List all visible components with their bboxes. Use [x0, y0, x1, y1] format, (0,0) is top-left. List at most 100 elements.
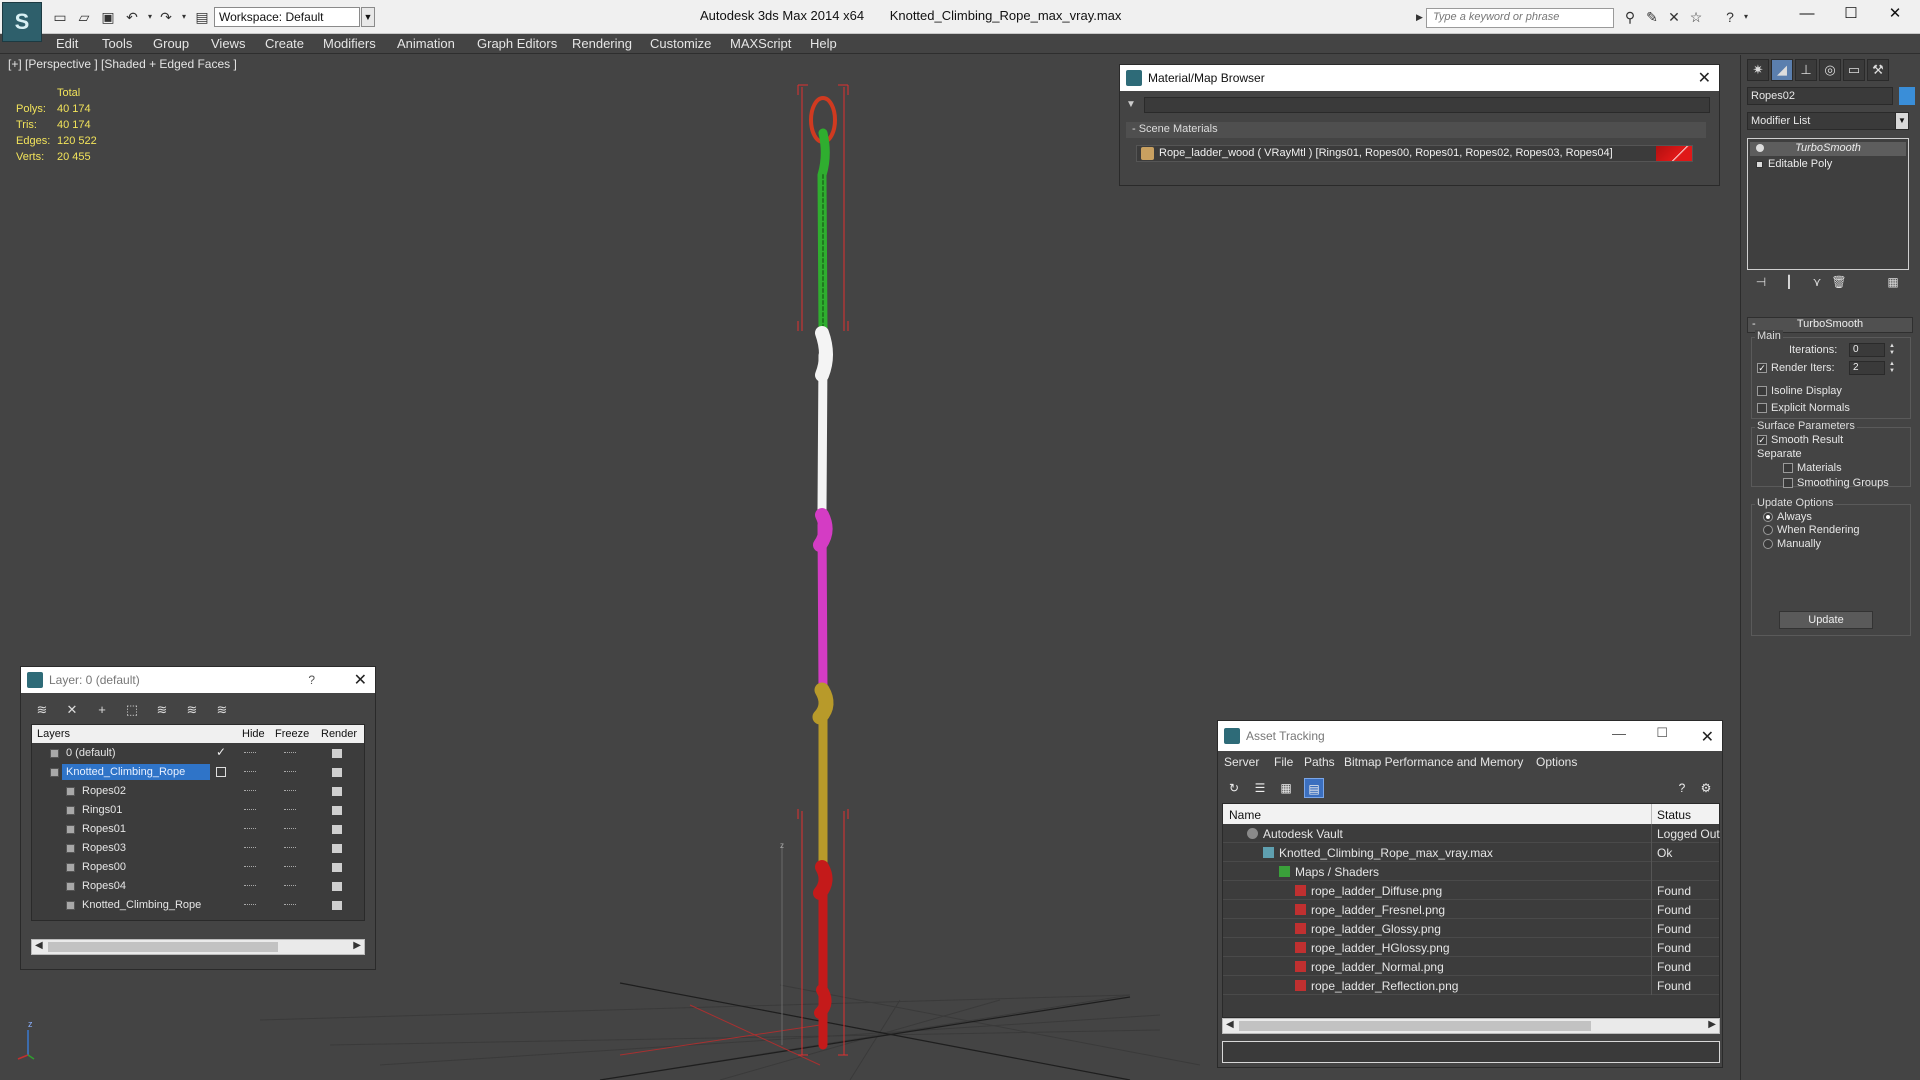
asset-path-field[interactable] — [1222, 1041, 1720, 1063]
modifier-list-dropdown[interactable]: Modifier List — [1747, 112, 1909, 130]
hide-toggle[interactable] — [244, 866, 256, 868]
minimize-button[interactable]: — — [1784, 0, 1830, 30]
configure-sets-icon[interactable]: ▦ — [1885, 275, 1901, 291]
menu-views[interactable]: Views — [211, 36, 245, 51]
help-icon[interactable]: ? — [308, 673, 315, 687]
scene-materials-group[interactable]: - Scene Materials — [1126, 122, 1706, 138]
app-menu-button[interactable]: S — [2, 2, 42, 42]
freeze-toggle[interactable] — [284, 904, 296, 906]
stack-item-editable-poly[interactable]: Editable Poly — [1750, 158, 1906, 172]
menu-tools[interactable]: Tools — [102, 36, 132, 51]
hide-toggle[interactable] — [244, 904, 256, 906]
help-icon[interactable]: ? — [1722, 9, 1738, 25]
new-layer-icon[interactable]: ≋ — [33, 701, 51, 719]
asset-row[interactable]: rope_ladder_Glossy.png Found — [1223, 919, 1719, 938]
render-toggle-icon[interactable] — [332, 749, 342, 758]
hide-all-icon[interactable]: ≋ — [183, 701, 201, 719]
search-expand-icon[interactable]: ▶ — [1416, 12, 1423, 23]
close-icon[interactable]: ✕ — [1701, 727, 1714, 747]
column-freeze[interactable]: Freeze — [275, 728, 309, 740]
asset-row[interactable]: rope_ladder_HGlossy.png Found — [1223, 938, 1719, 957]
hide-toggle[interactable] — [244, 809, 256, 811]
thumbnail-view-icon[interactable]: ▦ — [1276, 778, 1296, 798]
freeze-toggle[interactable] — [284, 828, 296, 830]
settings-icon[interactable]: ⚙ — [1696, 778, 1716, 798]
close-window-button[interactable]: ✕ — [1872, 0, 1918, 30]
menu-file[interactable]: File — [1274, 755, 1293, 769]
layer-row[interactable]: Ropes03 — [32, 839, 364, 858]
column-status[interactable]: Status — [1657, 808, 1691, 822]
undo-icon[interactable]: ↶ — [124, 9, 140, 25]
scroll-right-icon[interactable]: ▶ — [1708, 1019, 1716, 1030]
select-objects-icon[interactable]: ⬚ — [123, 701, 141, 719]
list-view-icon[interactable]: ☰ — [1250, 778, 1270, 798]
chevron-down-icon[interactable]: ▼ — [1895, 112, 1909, 130]
stack-item-turbosmooth[interactable]: TurboSmooth — [1750, 142, 1906, 156]
binoculars-icon[interactable]: ⚲ — [1622, 9, 1638, 25]
freeze-toggle[interactable] — [284, 866, 296, 868]
help-icon[interactable]: ? — [1672, 778, 1692, 798]
materials-checkbox[interactable] — [1783, 463, 1793, 473]
manually-radio[interactable] — [1763, 539, 1773, 549]
menu-customize[interactable]: Customize — [650, 36, 711, 51]
render-iters-checkbox[interactable]: ✓ — [1757, 363, 1767, 373]
save-file-icon[interactable]: ▣ — [100, 9, 116, 25]
layer-manager-titlebar[interactable]: Layer: 0 (default) ? ✕ — [21, 667, 375, 693]
freeze-toggle[interactable] — [284, 790, 296, 792]
hide-toggle[interactable] — [244, 790, 256, 792]
render-toggle-icon[interactable] — [332, 806, 342, 815]
menu-animation[interactable]: Animation — [397, 36, 455, 51]
freeze-toggle[interactable] — [284, 847, 296, 849]
asset-row[interactable]: rope_ladder_Reflection.png Found — [1223, 976, 1719, 995]
table-view-icon[interactable]: ▤ — [1304, 778, 1324, 798]
display-tab-icon[interactable]: ▭ — [1843, 59, 1865, 81]
render-toggle-icon[interactable] — [332, 825, 342, 834]
asset-row[interactable]: rope_ladder_Fresnel.png Found — [1223, 900, 1719, 919]
column-layers[interactable]: Layers — [37, 728, 70, 740]
show-end-result-icon[interactable]: ┃ — [1781, 275, 1797, 291]
subscription-icon[interactable]: ✎ — [1644, 9, 1660, 25]
layer-row[interactable]: Ropes00 — [32, 858, 364, 877]
scrollbar-thumb[interactable] — [48, 942, 278, 952]
menu-modifiers[interactable]: Modifiers — [323, 36, 376, 51]
explicit-normals-checkbox[interactable] — [1757, 403, 1767, 413]
menu-paths[interactable]: Paths — [1304, 755, 1335, 769]
render-toggle-icon[interactable] — [332, 844, 342, 853]
render-toggle-icon[interactable] — [332, 901, 342, 910]
smoothing-groups-checkbox[interactable] — [1783, 478, 1793, 488]
undo-dropdown-icon[interactable]: ▾ — [142, 9, 158, 25]
menu-rendering[interactable]: Rendering — [572, 36, 632, 51]
chevron-down-icon[interactable]: ▼ — [361, 7, 375, 27]
scrollbar-thumb[interactable] — [1239, 1021, 1591, 1031]
maximize-icon[interactable]: ☐ — [1656, 725, 1668, 741]
hide-toggle[interactable] — [244, 828, 256, 830]
layer-horizontal-scrollbar[interactable]: ◀ ▶ — [31, 939, 365, 955]
menu-graph-editors[interactable]: Graph Editors — [477, 36, 557, 51]
spinner-arrows-icon[interactable]: ▲ ▼ — [1887, 361, 1897, 375]
menu-bitmap-performance[interactable]: Bitmap Performance and Memory — [1344, 755, 1523, 769]
open-file-icon[interactable]: ▱ — [76, 9, 92, 25]
render-toggle-icon[interactable] — [332, 787, 342, 796]
render-iters-spinner[interactable]: 2 — [1849, 361, 1885, 375]
menu-options[interactable]: Options — [1536, 755, 1577, 769]
layer-row[interactable]: 0 (default) ✓ — [32, 744, 364, 763]
menu-group[interactable]: Group — [153, 36, 189, 51]
set-current-box[interactable] — [216, 767, 226, 777]
help-dropdown-icon[interactable]: ▾ — [1738, 9, 1754, 25]
hide-toggle[interactable] — [244, 771, 256, 773]
refresh-icon[interactable]: ↻ — [1224, 778, 1244, 798]
render-toggle-icon[interactable] — [332, 863, 342, 872]
current-layer-check-icon[interactable]: ✓ — [216, 745, 226, 759]
layer-row-selected[interactable]: Knotted_Climbing_Rope — [32, 763, 364, 782]
hide-toggle[interactable] — [244, 847, 256, 849]
menu-create[interactable]: Create — [265, 36, 304, 51]
layer-row[interactable]: Knotted_Climbing_Rope — [32, 896, 364, 915]
render-toggle-icon[interactable] — [332, 882, 342, 891]
hide-toggle[interactable] — [244, 885, 256, 887]
menu-maxscript[interactable]: MAXScript — [730, 36, 791, 51]
freeze-all-icon[interactable]: ≋ — [213, 701, 231, 719]
filter-dropdown-icon[interactable]: ▼ — [1126, 99, 1136, 110]
freeze-toggle[interactable] — [284, 752, 296, 754]
menu-server[interactable]: Server — [1224, 755, 1259, 769]
material-browser-titlebar[interactable]: Material/Map Browser ✕ — [1120, 65, 1719, 91]
